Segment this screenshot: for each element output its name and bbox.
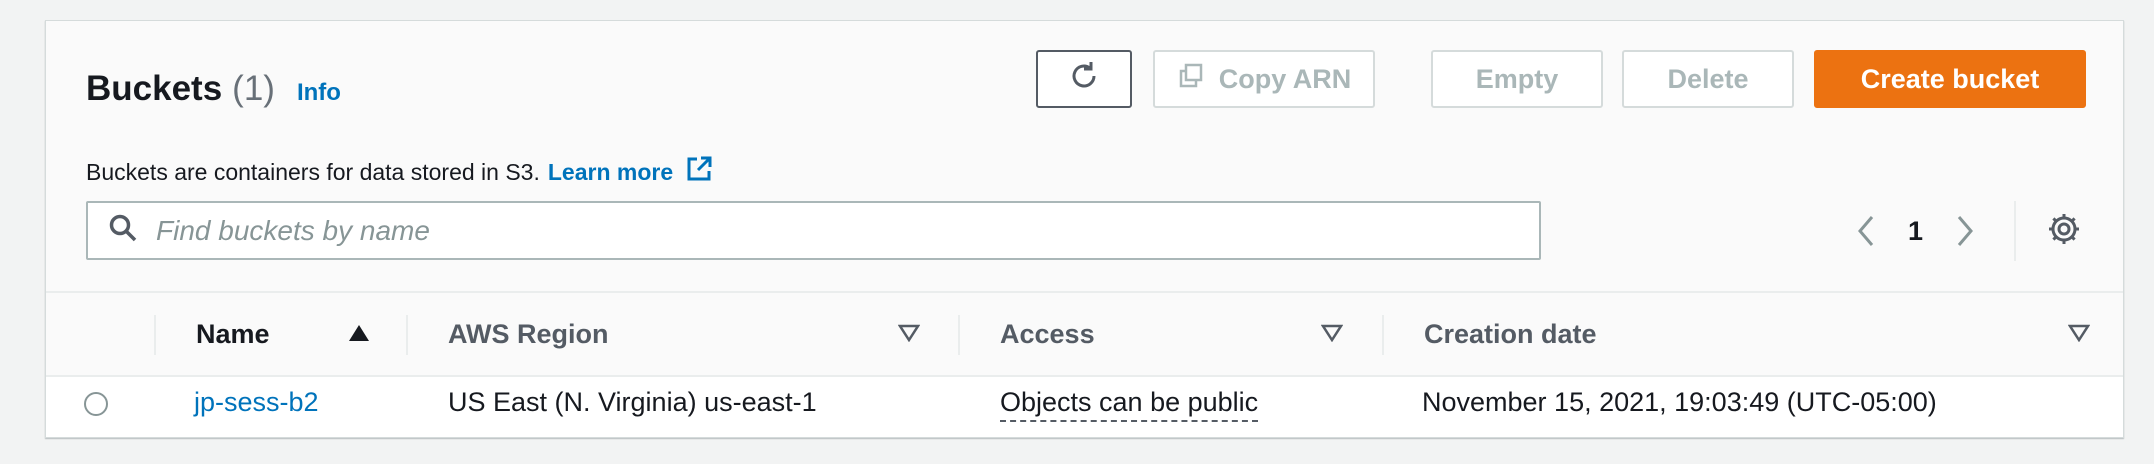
table-header: Name AWS Region Access Creation date	[46, 291, 2123, 377]
refresh-button[interactable]	[1036, 50, 1132, 108]
empty-button[interactable]: Empty	[1431, 50, 1603, 108]
panel-header: Buckets (1) Info	[86, 69, 341, 109]
refresh-icon	[1067, 59, 1101, 100]
column-divider	[154, 315, 156, 355]
sort-descending-icon[interactable]	[2067, 324, 2091, 347]
column-aws-region[interactable]: AWS Region	[448, 293, 609, 375]
column-creation-date[interactable]: Creation date	[1424, 293, 1597, 375]
row-select-radio[interactable]	[84, 392, 108, 416]
gear-icon[interactable]	[2046, 211, 2082, 252]
copy-icon	[1177, 62, 1219, 97]
copy-arn-button[interactable]: Copy ARN	[1153, 50, 1375, 108]
bucket-creation-date: November 15, 2021, 19:03:49 (UTC-05:00)	[1422, 387, 1937, 417]
sort-descending-icon[interactable]	[897, 324, 921, 347]
panel-description: Buckets are containers for data stored i…	[86, 155, 713, 189]
search-box[interactable]	[86, 201, 1541, 260]
column-access[interactable]: Access	[1000, 293, 1095, 375]
column-name[interactable]: Name	[196, 293, 270, 375]
sort-ascending-icon[interactable]	[348, 324, 370, 347]
pagination: 1	[1846, 209, 1985, 253]
bucket-region: US East (N. Virginia) us-east-1	[448, 387, 817, 417]
learn-more-link[interactable]: Learn more	[548, 159, 673, 186]
description-text: Buckets are containers for data stored i…	[86, 158, 540, 185]
next-page-icon[interactable]	[1945, 214, 1985, 248]
pagination-divider	[2014, 201, 2016, 261]
table-row[interactable]: jp-sess-b2 US East (N. Virginia) us-east…	[46, 377, 2123, 437]
info-link[interactable]: Info	[297, 79, 341, 107]
external-link-icon[interactable]	[685, 155, 713, 189]
search-input[interactable]	[154, 213, 1458, 248]
buckets-panel: Buckets (1) Info Buckets are containers …	[45, 20, 2124, 438]
page-title: Buckets	[86, 69, 223, 108]
bucket-count: (1)	[232, 69, 275, 108]
create-bucket-button[interactable]: Create bucket	[1814, 50, 2086, 108]
previous-page-icon[interactable]	[1846, 214, 1886, 248]
delete-button[interactable]: Delete	[1622, 50, 1794, 108]
sort-descending-icon[interactable]	[1320, 324, 1344, 347]
search-icon	[88, 213, 154, 248]
current-page-number[interactable]: 1	[1908, 216, 1923, 247]
copy-arn-label: Copy ARN	[1218, 63, 1352, 94]
column-divider	[406, 315, 408, 355]
column-divider	[1382, 315, 1384, 355]
bucket-name-link[interactable]: jp-sess-b2	[194, 387, 319, 418]
bucket-access[interactable]: Objects can be public	[1000, 387, 1259, 422]
column-divider	[958, 315, 960, 355]
